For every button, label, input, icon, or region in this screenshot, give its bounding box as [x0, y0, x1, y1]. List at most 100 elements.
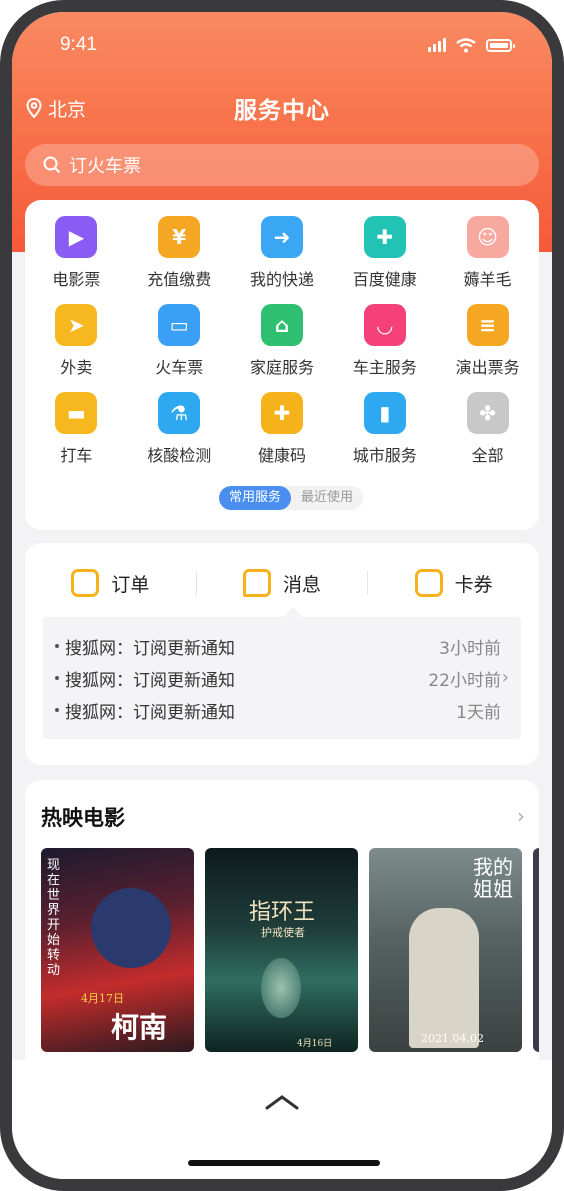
phone-frame: 9:41 北京 服务中心 订火车票 ▶ 电影票 ¥ 充值缴费 ➜ 我的快递 ✚ 百度健康 ☺ 薅羊…: [0, 0, 564, 1191]
service-label: 城市服务: [352, 446, 417, 465]
service-label: 百度健康: [352, 270, 417, 289]
service-item[interactable]: ⌂ 家庭服务: [231, 304, 334, 378]
takeout-icon: ➤: [55, 304, 98, 346]
taxi-icon: ▬: [55, 392, 98, 434]
recharge-icon: ¥: [158, 216, 201, 258]
nav-bar: 北京 服务中心: [12, 88, 552, 128]
service-label: 外卖: [60, 358, 93, 377]
service-item[interactable]: ▬ 打车: [25, 392, 128, 466]
health-code-icon: ✚: [260, 392, 303, 434]
message-tabs: 订单 消息 卡券: [25, 559, 539, 607]
search-placeholder: 订火车票: [69, 156, 141, 177]
show-ticket-icon: ≡: [466, 304, 509, 346]
poster-date: 4月16日: [297, 1039, 333, 1049]
list-item[interactable]: 搜狐网：订阅更新通知 22小时前: [55, 663, 501, 693]
location-pin-icon: [26, 98, 42, 118]
bullet: [55, 676, 59, 680]
segment-recent[interactable]: 最近使用: [291, 486, 363, 510]
list-item[interactable]: 搜狐网：订阅更新通知 1天前: [55, 695, 501, 725]
service-label: 演出票务: [455, 358, 520, 377]
poster-title: 柯南: [111, 1011, 168, 1044]
service-label: 电影票: [52, 270, 101, 289]
services-grid: ▶ 电影票 ¥ 充值缴费 ➜ 我的快递 ✚ 百度健康 ☺ 薅羊毛 ➤ 外卖 ▭ 火车票 ⌂ 家庭服务 ◡ 车主服务…: [25, 216, 539, 466]
tab-messages[interactable]: 消息: [197, 569, 368, 597]
tab-orders-label: 订单: [111, 573, 150, 596]
services-card: ▶ 电影票 ¥ 充值缴费 ➜ 我的快递 ✚ 百度健康 ☺ 薅羊毛 ➤ 外卖 ▭ 火车票 ⌂ 家庭服务 ◡ 车主服务…: [25, 200, 539, 530]
service-label: 家庭服务: [249, 358, 314, 377]
service-label: 健康码: [257, 446, 306, 465]
tab-orders[interactable]: 订单: [25, 569, 196, 597]
car-owner-icon: ◡: [363, 304, 406, 346]
service-label: 我的快递: [249, 270, 314, 289]
poster-art: [409, 908, 479, 1048]
test-flask-icon: ⚗: [158, 392, 201, 434]
message-time: 3小时前: [439, 638, 501, 659]
movie-poster-my-sister[interactable]: 我的姐姐 2021.04.02: [369, 848, 522, 1052]
bullet: [55, 708, 59, 712]
poster-title: 我的姐姐: [473, 855, 513, 901]
search-input[interactable]: 订火车票: [25, 144, 539, 186]
bullet: [55, 644, 59, 648]
tab-coupons-label: 卡券: [454, 573, 493, 596]
wifi-icon: [456, 37, 476, 52]
message-text: 搜狐网：订阅更新通知: [65, 670, 235, 691]
service-label: 火车票: [155, 358, 204, 377]
service-label: 充值缴费: [147, 270, 212, 289]
poster-art: [91, 888, 171, 968]
service-item[interactable]: ➤ 外卖: [25, 304, 128, 378]
service-label: 车主服务: [352, 358, 417, 377]
message-time: 1天前: [456, 702, 501, 723]
service-label: 全部: [471, 446, 504, 465]
search-icon: [43, 156, 61, 174]
service-item[interactable]: ¥ 充值缴费: [128, 216, 231, 290]
home-indicator[interactable]: [188, 1160, 380, 1166]
status-time: 9:41: [60, 34, 97, 55]
chevron-up-icon[interactable]: [265, 1092, 299, 1112]
train-icon: ▭: [158, 304, 201, 346]
service-item[interactable]: ⚗ 核酸检测: [128, 392, 231, 466]
location-label: 北京: [48, 98, 87, 121]
service-item[interactable]: ▭ 火车票: [128, 304, 231, 378]
express-box-icon: ➜: [260, 216, 303, 258]
service-item[interactable]: ▮ 城市服务: [333, 392, 436, 466]
poster-date: 2021.04.02: [421, 1032, 484, 1045]
poster-title: 指环王: [249, 900, 316, 925]
tab-coupons[interactable]: 卡券: [368, 569, 539, 597]
service-item[interactable]: ▶ 电影票: [25, 216, 128, 290]
services-segment: 常用服务 最近使用: [219, 486, 364, 510]
page-title: 服务中心: [234, 98, 330, 124]
poster-art: [261, 958, 301, 1018]
active-tab-indicator: [283, 607, 303, 617]
service-label: 薅羊毛: [463, 270, 512, 289]
message-text: 搜狐网：订阅更新通知: [65, 638, 235, 659]
movie-poster-lotr[interactable]: 指环王 护戒使者 4月16日: [205, 848, 358, 1052]
chevron-right-icon[interactable]: ›: [502, 667, 509, 688]
service-item[interactable]: ≡ 演出票务: [436, 304, 539, 378]
status-bar: 9:41: [60, 32, 515, 58]
status-icons: [428, 37, 515, 53]
poster-carousel[interactable]: 现在世界开始转动 4月17日 柯南 指环王 护戒使者 4月16日 我的姐姐 20…: [41, 848, 539, 1054]
movie-ticket-icon: ▶: [55, 216, 98, 258]
message-list[interactable]: 搜狐网：订阅更新通知 3小时前 搜狐网：订阅更新通知 22小时前 搜狐网：订阅更…: [43, 617, 521, 739]
message-time: 22小时前: [428, 670, 501, 691]
health-plus-icon: ✚: [363, 216, 406, 258]
list-item[interactable]: 搜狐网：订阅更新通知 3小时前: [55, 631, 501, 661]
service-item[interactable]: ◡ 车主服务: [333, 304, 436, 378]
service-item[interactable]: ✤ 全部: [436, 392, 539, 466]
location-selector[interactable]: 北京: [26, 95, 86, 122]
coupon-wallet-icon: [414, 569, 443, 597]
movies-section-title: 热映电影: [41, 806, 125, 830]
segment-common-services[interactable]: 常用服务: [219, 486, 292, 510]
order-clipboard-icon: [71, 569, 100, 597]
service-item[interactable]: ✚ 百度健康: [333, 216, 436, 290]
service-item[interactable]: ➜ 我的快递: [231, 216, 334, 290]
service-item[interactable]: ✚ 健康码: [231, 392, 334, 466]
bottom-sheet-bar: [12, 1060, 552, 1179]
movie-poster-conan[interactable]: 现在世界开始转动 4月17日 柯南: [41, 848, 194, 1052]
chevron-right-icon[interactable]: ›: [517, 804, 525, 828]
service-item[interactable]: ☺ 薅羊毛: [436, 216, 539, 290]
home-service-icon: ⌂: [260, 304, 303, 346]
movies-card: 热映电影 › 现在世界开始转动 4月17日 柯南 指环王 护戒使者 4月16日 …: [25, 780, 539, 1080]
poster-subtitle: 护戒使者: [261, 926, 305, 939]
movie-poster-partial[interactable]: [533, 848, 539, 1052]
